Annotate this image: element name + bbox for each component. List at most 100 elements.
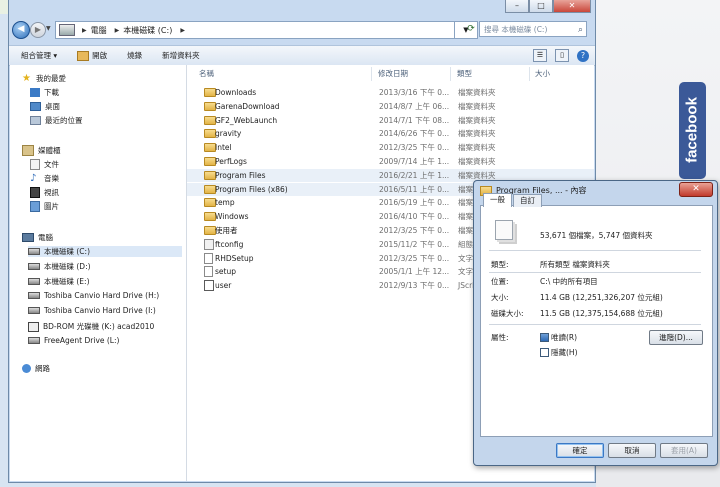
- column-header-date[interactable]: 修改日期: [378, 67, 408, 81]
- file-row[interactable]: Intel 2012/3/25 下午 0... 檔案資料夾: [187, 141, 594, 154]
- file-name: 使用者: [215, 226, 238, 235]
- dialog-close-button[interactable]: ✕: [679, 182, 713, 197]
- nav-drive-d[interactable]: 本機磁碟 (D:): [28, 261, 91, 272]
- nav-libraries[interactable]: 媒體櫃: [22, 145, 61, 156]
- organize-button[interactable]: 組合管理 ▾: [21, 50, 57, 61]
- file-name: GarenaDownload: [215, 101, 280, 111]
- breadcrumb-separator-icon[interactable]: ▶: [115, 27, 120, 34]
- file-date: 2014/8/7 上午 06...: [379, 101, 450, 111]
- column-header-name[interactable]: 名稱: [199, 67, 214, 81]
- help-icon[interactable]: ?: [577, 49, 589, 62]
- file-row[interactable]: GF2_WebLaunch 2014/7/1 下午 08... 檔案資料夾: [187, 114, 594, 127]
- documents-icon: [30, 159, 40, 170]
- column-divider[interactable]: [450, 67, 451, 81]
- file-type: 檔案資料夾: [458, 157, 496, 166]
- nav-computer[interactable]: 電腦: [22, 232, 53, 243]
- search-input[interactable]: 搜尋 本機磁碟 (C:) ⌕: [479, 21, 587, 37]
- title-bar: – □ ✕: [9, 0, 595, 14]
- nav-pictures[interactable]: 圖片: [30, 201, 59, 212]
- preview-pane-icon[interactable]: ▯: [555, 49, 569, 62]
- nav-downloads[interactable]: 下載: [30, 87, 59, 98]
- desktop-icon: [30, 102, 41, 111]
- network-icon: [22, 364, 31, 373]
- hidden-label: 隱藏(H): [551, 348, 578, 357]
- hidden-checkbox[interactable]: [540, 348, 549, 357]
- nav-desktop[interactable]: 桌面: [30, 101, 60, 112]
- maximize-button[interactable]: □: [529, 0, 553, 13]
- new-folder-button[interactable]: 新增資料夾: [162, 50, 200, 61]
- readonly-checkbox[interactable]: [540, 333, 549, 342]
- open-button[interactable]: 開啟: [77, 50, 107, 61]
- view-options-icon[interactable]: ☰: [533, 49, 547, 62]
- hard-drive-icon: [28, 248, 40, 255]
- computer-icon: [59, 24, 75, 36]
- refresh-icon[interactable]: ⟳: [465, 21, 477, 37]
- breadcrumb-separator-icon[interactable]: ▶: [82, 27, 87, 34]
- tab-general[interactable]: 一般: [483, 193, 512, 207]
- file-row[interactable]: Downloads 2013/3/16 下午 0... 檔案資料夾: [187, 86, 594, 99]
- nav-network[interactable]: 網路: [22, 363, 50, 374]
- star-icon: ★: [22, 73, 31, 84]
- address-bar[interactable]: ▶ 電腦 ▶ 本機磁碟 (C:) ▶: [55, 21, 455, 39]
- breadcrumb-drive-c[interactable]: 本機磁碟 (C:): [123, 25, 172, 36]
- file-date: 2014/7/1 下午 08...: [379, 115, 450, 125]
- breadcrumb-computer[interactable]: 電腦: [91, 25, 107, 36]
- advanced-button[interactable]: 進階(D)...: [649, 330, 703, 345]
- nav-videos[interactable]: 視訊: [30, 187, 59, 198]
- file-name: GF2_WebLaunch: [215, 115, 278, 125]
- nav-documents-label: 文件: [44, 160, 59, 169]
- location-value: C:\ 中的所有項目: [540, 277, 598, 286]
- hard-drive-icon: [28, 263, 40, 270]
- nav-drive-c[interactable]: 本機磁碟 (C:): [28, 246, 182, 257]
- file-name: Windows: [215, 212, 249, 222]
- close-button[interactable]: ✕: [553, 0, 591, 13]
- burn-button[interactable]: 燒錄: [127, 50, 142, 61]
- file-date: 2016/2/21 上午 1...: [379, 170, 450, 180]
- back-button[interactable]: ◀: [12, 21, 30, 39]
- breadcrumb-separator-icon[interactable]: ▶: [180, 27, 185, 34]
- file-type: 檔案資料夾: [458, 115, 496, 125]
- file-row[interactable]: GarenaDownload 2014/8/7 上午 06... 檔案資料夾: [187, 100, 594, 113]
- nav-drive-i-label: Toshiba Canvio Hard Drive (I:): [44, 306, 156, 315]
- file-row[interactable]: PerfLogs 2009/7/14 上午 1... 檔案資料夾: [187, 155, 594, 168]
- tab-custom[interactable]: 自訂: [513, 194, 542, 207]
- search-placeholder: 搜尋 本機磁碟 (C:): [484, 25, 548, 34]
- apply-button[interactable]: 套用(A): [660, 443, 708, 458]
- minimize-button[interactable]: –: [505, 0, 529, 13]
- nav-network-label: 網路: [35, 364, 50, 373]
- nav-documents[interactable]: 文件: [30, 159, 59, 170]
- nav-music[interactable]: ♪ 音樂: [30, 173, 59, 184]
- column-divider[interactable]: [529, 67, 530, 81]
- file-date: 2016/5/19 上午 0...: [379, 198, 450, 208]
- nav-drive-l[interactable]: FreeAgent Drive (L:): [28, 336, 119, 345]
- column-header-type[interactable]: 類型: [457, 67, 472, 81]
- address-bar-row: ◀ ▶ ▼ ▶ 電腦 ▶ 本機磁碟 (C:) ▶ ▼ ⟳ 搜尋 本機磁碟 (C:…: [9, 17, 595, 43]
- nav-drive-i[interactable]: Toshiba Canvio Hard Drive (I:): [28, 306, 156, 315]
- nav-videos-label: 視訊: [44, 188, 59, 197]
- forward-button[interactable]: ▶: [30, 22, 46, 38]
- nav-drive-e[interactable]: 本機磁碟 (E:): [28, 276, 90, 287]
- search-icon[interactable]: ⌕: [578, 22, 583, 38]
- column-header-size[interactable]: 大小: [535, 67, 550, 81]
- hard-drive-icon: [28, 292, 40, 299]
- divider: [489, 272, 701, 273]
- hard-drive-icon: [28, 278, 40, 285]
- nav-recent[interactable]: 最近的位置: [30, 115, 83, 126]
- disk-size-value: 11.5 GB (12,375,154,688 位元組): [540, 309, 663, 318]
- nav-drive-k[interactable]: BD-ROM 光碟機 (K:) acad2010: [28, 321, 154, 332]
- nav-drive-h[interactable]: Toshiba Canvio Hard Drive (H:): [28, 291, 159, 300]
- file-date: 2005/1/1 上午 12...: [379, 267, 450, 277]
- facebook-tab[interactable]: facebook: [679, 82, 706, 179]
- file-date: 2016/4/10 下午 0...: [379, 212, 450, 222]
- file-row[interactable]: gravity 2014/6/26 下午 0... 檔案資料夾: [187, 127, 594, 140]
- nav-favorites[interactable]: ★ 我的最愛: [22, 73, 66, 84]
- file-date: 2012/3/25 下午 0...: [379, 253, 450, 263]
- libraries-icon: [22, 145, 34, 156]
- nav-drive-e-label: 本機磁碟 (E:): [44, 277, 90, 286]
- type-label: 類型:: [491, 260, 509, 269]
- column-divider[interactable]: [371, 67, 372, 81]
- cancel-button[interactable]: 取消: [608, 443, 656, 458]
- history-dropdown-icon[interactable]: ▼: [46, 25, 51, 32]
- navigation-pane: ★ 我的最愛 下載 桌面 最近的位置 媒體櫃 文件 ♪ 音樂 視訊 圖片 電腦 本機…: [10, 65, 187, 481]
- ok-button[interactable]: 確定: [556, 443, 604, 458]
